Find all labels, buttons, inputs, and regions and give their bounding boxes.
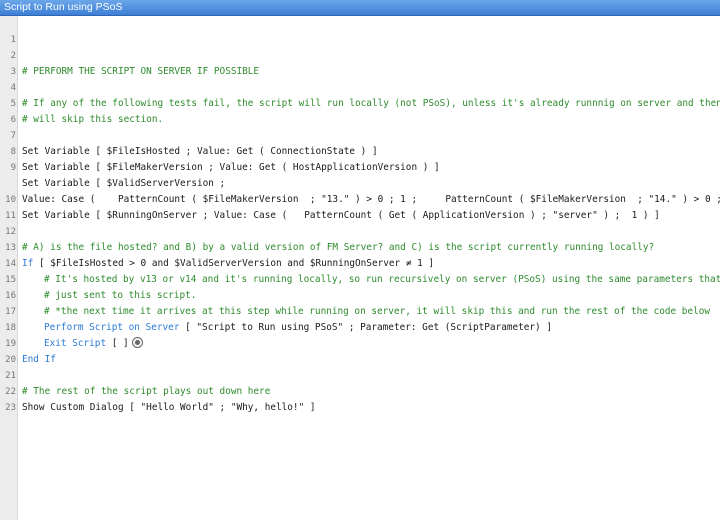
script-line[interactable]: 16 # *the next time it arrives at this s… xyxy=(0,272,720,317)
script-step-text: Show Custom Dialog [ "Hello World" ; "Wh… xyxy=(22,402,316,413)
line-number: 23 xyxy=(5,403,16,413)
script-line[interactable]: 2 # PERFORM THE SCRIPT ON SERVER IF POSS… xyxy=(0,32,720,77)
script-line[interactable]: 12 # A) is the file hosted? and B) by a … xyxy=(0,208,720,253)
script-line[interactable]: 1 xyxy=(0,16,720,45)
script-line[interactable]: 7 Set Variable [ $FileIsHosted ; Value: … xyxy=(0,112,720,157)
script-line[interactable]: 15 # just sent to this script. xyxy=(0,256,720,301)
script-line[interactable]: 17 Perform Script on Server [ "Script to… xyxy=(0,288,720,333)
script-line[interactable]: 22 Show Custom Dialog [ "Hello World" ; … xyxy=(0,368,720,413)
script-line[interactable]: 6 xyxy=(0,96,720,125)
script-line[interactable]: 19 End If xyxy=(0,320,720,365)
window-title: Script to Run using PSoS xyxy=(4,1,123,13)
script-line[interactable]: 9 Set Variable [ $ValidServerVersion ; xyxy=(0,144,720,189)
script-line[interactable]: 8 Set Variable [ $FileMakerVersion ; Val… xyxy=(0,128,720,173)
script-line-continuation[interactable]: Value: Case ( PatternCount ( $FileMakerV… xyxy=(0,160,720,205)
script-line[interactable]: 11 xyxy=(0,192,720,221)
window-titlebar: Script to Run using PSoS xyxy=(0,0,720,16)
script-line[interactable]: 14 # It's hosted by v13 or v14 and it's … xyxy=(0,240,720,285)
script-line[interactable]: 10 Set Variable [ $RunningOnServer ; Val… xyxy=(0,176,720,221)
script-line[interactable]: 4 # If any of the following tests fail, … xyxy=(0,64,720,109)
script-line[interactable]: 20 xyxy=(0,336,720,365)
script-line[interactable]: 23 xyxy=(0,384,720,413)
script-line[interactable]: 13 If [ $FileIsHosted > 0 and $ValidServ… xyxy=(0,224,720,269)
script-editor[interactable]: 1 2 # PERFORM THE SCRIPT ON SERVER IF PO… xyxy=(0,16,720,520)
script-line[interactable]: 3 xyxy=(0,48,720,77)
script-line[interactable]: 18 Exit Script [ ] xyxy=(0,304,720,349)
script-line[interactable]: 5 # will skip this section. xyxy=(0,80,720,125)
script-line[interactable]: 21 # The rest of the script plays out do… xyxy=(0,352,720,397)
